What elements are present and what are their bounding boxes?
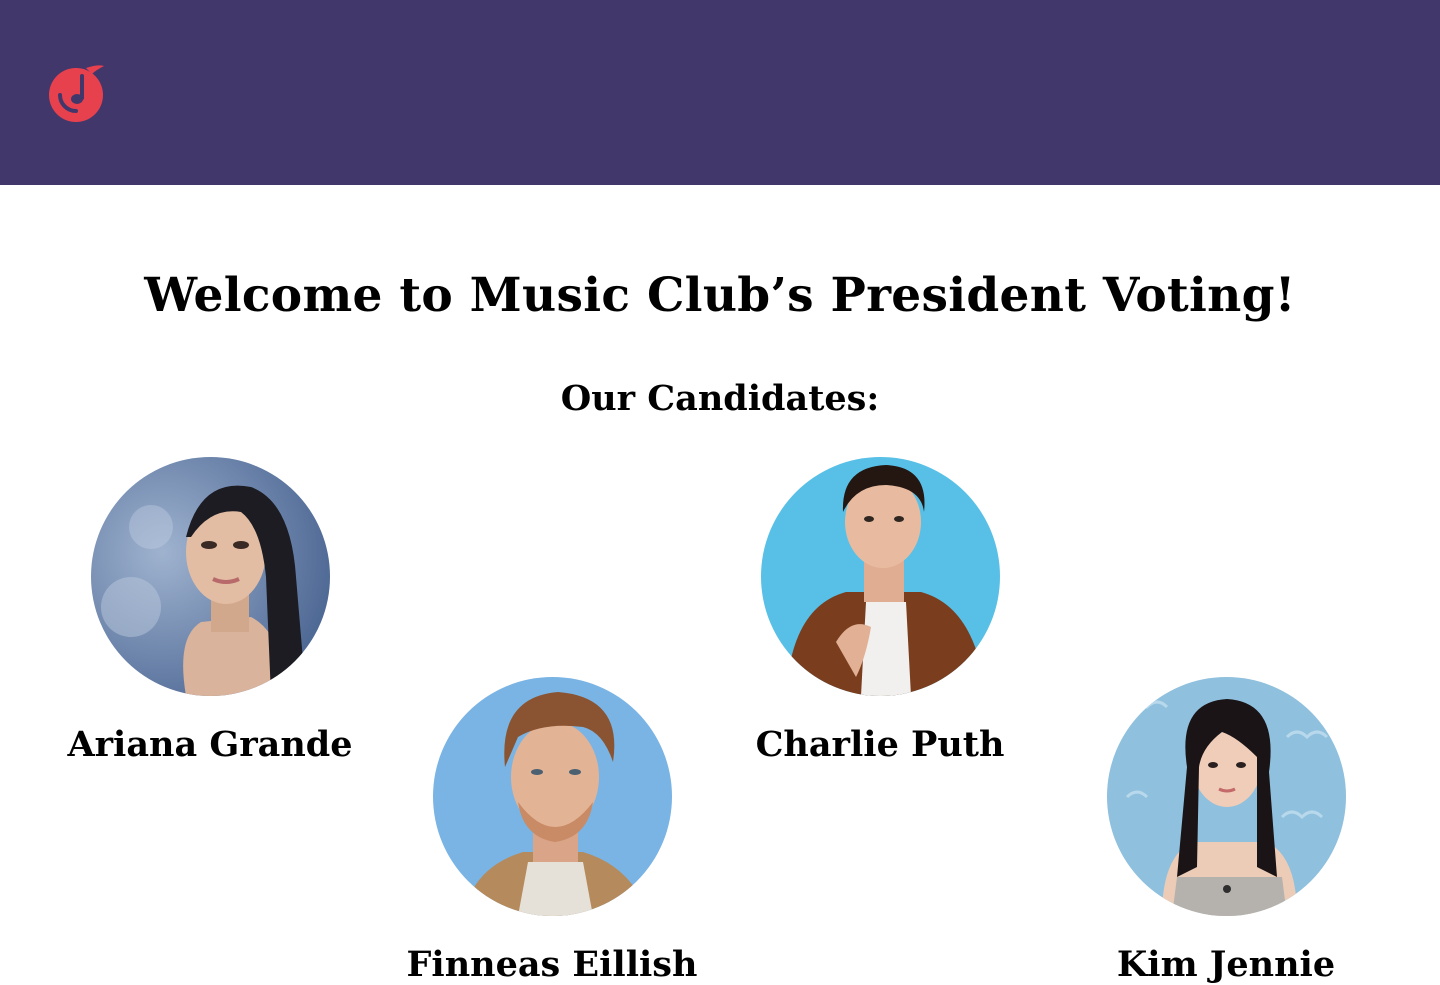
candidate-name: Finneas Eillish [406,944,698,985]
candidates-heading: Our Candidates: [560,378,880,419]
candidate-name: Kim Jennie [1116,944,1336,985]
candidate-photo[interactable] [1106,677,1346,916]
header-bar [0,0,1440,185]
candidate-name: Ariana Grande [67,724,353,765]
music-note-logo-icon[interactable] [46,62,108,124]
candidate-card[interactable]: Charlie Puth [710,457,1050,765]
candidate-card[interactable]: Kim Jennie [1056,677,1396,985]
candidate-card[interactable]: Finneas Eillish [382,677,722,985]
page-title: Welcome to Music Club’s President Voting… [144,268,1296,323]
candidate-name: Charlie Puth [755,724,1005,765]
candidate-photo[interactable] [760,457,1000,696]
candidate-photo[interactable] [432,677,672,916]
candidate-card[interactable]: Ariana Grande [40,457,380,765]
candidate-photo[interactable] [90,457,330,696]
